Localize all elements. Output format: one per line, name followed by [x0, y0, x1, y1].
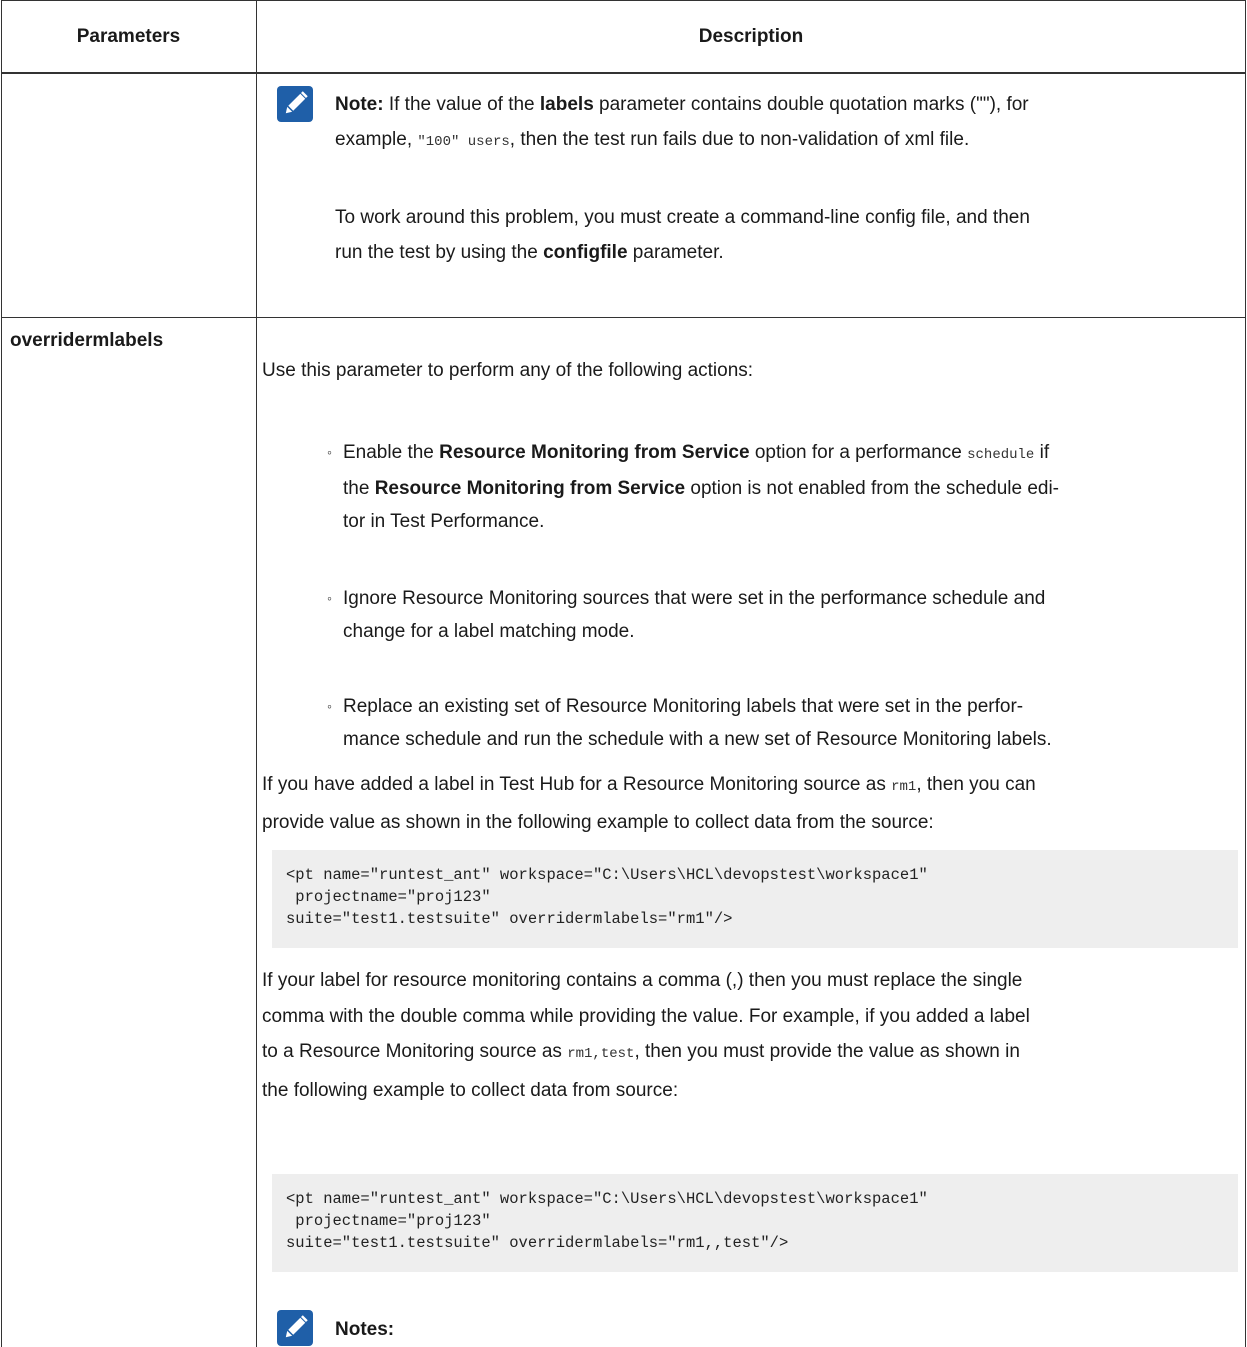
bullet-item-3: ◦ Replace an existing set of Resource Mo… — [327, 696, 1052, 750]
table-border-left — [1, 0, 2, 1347]
header-divider — [1, 72, 1246, 74]
code-block-2: <pt name="runtest_ant" workspace="C:\Use… — [272, 1174, 1238, 1272]
note-line-2: example, "100" users, then the test run … — [335, 129, 970, 150]
paragraph-comma-example: If your label for resource monitoring co… — [262, 970, 1030, 1101]
inline-code: "100" users — [417, 134, 510, 150]
header-description: Description — [698, 25, 804, 47]
code-block-1: <pt name="runtest_ant" workspace="C:\Use… — [272, 850, 1238, 948]
note-label: Note: — [335, 94, 384, 115]
parameters-table: Parameters Description Note: If the valu… — [0, 0, 1247, 1347]
bullet-item-1: ◦ Enable the Resource Monitoring from Se… — [327, 442, 1060, 532]
note-line-1: Note: If the value of the labels paramet… — [335, 94, 1029, 115]
param-name: overridermlabels — [10, 330, 164, 351]
row-divider — [1, 317, 1246, 318]
pencil-notes-icon — [277, 1310, 313, 1346]
notes-label: Notes: — [335, 1319, 395, 1340]
table-border-right — [1245, 0, 1246, 1347]
bullet-item-2: ◦ Ignore Resource Monitoring sources tha… — [327, 588, 1046, 642]
table-column-divider — [256, 0, 257, 1347]
pencil-note-icon — [277, 86, 313, 122]
note-text: Note: If the value of the labels paramet… — [335, 88, 1235, 159]
paragraph-label-example: If you have added a label in Test Hub fo… — [262, 774, 1036, 833]
intro-text: Use this parameter to perform any of the… — [262, 360, 754, 381]
workaround-text: To work around this problem, you must cr… — [335, 207, 1030, 263]
header-parameters: Parameters — [76, 25, 181, 47]
